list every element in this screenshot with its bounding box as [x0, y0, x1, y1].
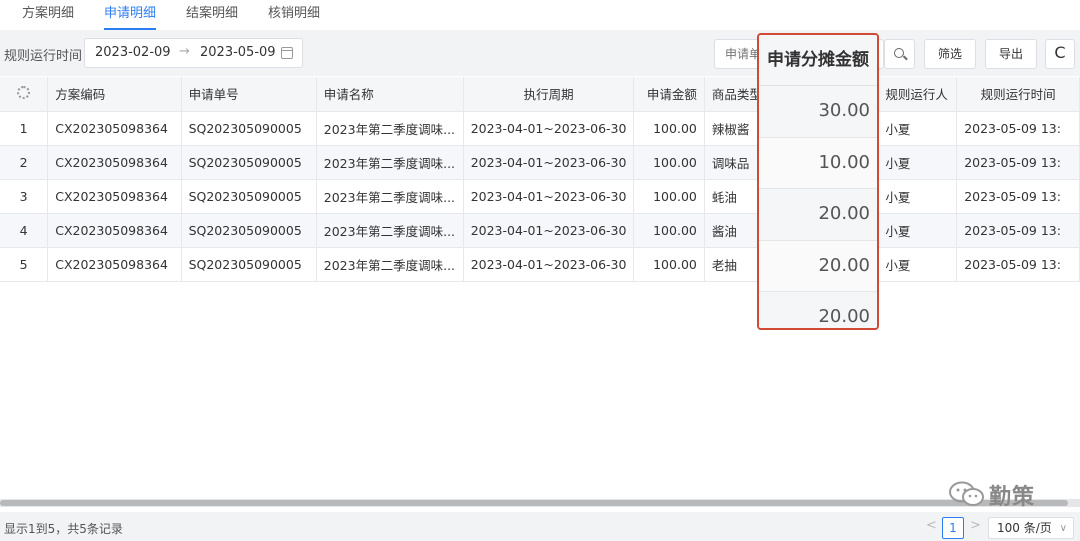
cell-runner: 小夏: [877, 213, 958, 248]
next-page-icon[interactable]: >: [970, 518, 981, 533]
cell-apply-name: 2023年第二季度调味...: [316, 247, 464, 282]
scrollbar-thumb[interactable]: [0, 500, 1068, 506]
table-row[interactable]: 5 CX202305098364 SQ202305090005 2023年第二季…: [0, 247, 1080, 282]
tab-bar: 方案明细 申请明细 结案明细 核销明细: [0, 0, 1080, 30]
gear-icon[interactable]: [17, 85, 31, 99]
allocated-amount-cell: 20.00: [759, 292, 877, 328]
cell-apply-name: 2023年第二季度调味...: [316, 145, 464, 180]
cell-run-time: 2023-05-09 13:: [956, 247, 1080, 282]
cell-apply-no: SQ202305090005: [181, 111, 317, 146]
cell-amount: 100.00: [633, 247, 705, 282]
page-size-select[interactable]: 100 条/页 ∨: [988, 517, 1074, 539]
horizontal-scrollbar[interactable]: [0, 499, 1080, 507]
table-row[interactable]: 3 CX202305098364 SQ202305090005 2023年第二季…: [0, 179, 1080, 214]
cell-apply-name: 2023年第二季度调味...: [316, 179, 464, 214]
header-run-time[interactable]: 规则运行时间: [956, 77, 1080, 112]
date-end[interactable]: 2023-05-09: [200, 45, 276, 60]
cell-amount: 100.00: [633, 213, 705, 248]
table-row[interactable]: 4 CX202305098364 SQ202305090005 2023年第二季…: [0, 213, 1080, 248]
cell-runner: 小夏: [877, 145, 958, 180]
toolbar: 规则运行时间 2023-02-09 → 2023-05-09 筛选 导出 C: [0, 30, 1080, 76]
header-runner[interactable]: 规则运行人: [877, 77, 958, 112]
filter-button[interactable]: 筛选: [924, 39, 976, 69]
date-start[interactable]: 2023-02-09: [95, 45, 171, 60]
current-page-button[interactable]: 1: [942, 517, 964, 539]
search-button[interactable]: [884, 39, 915, 69]
header-apply-no[interactable]: 申请单号: [181, 77, 317, 112]
cell-period: 2023-04-01~2023-06-30: [463, 111, 635, 146]
date-range-label: 规则运行时间: [4, 49, 83, 64]
cell-run-time: 2023-05-09 13:: [956, 111, 1080, 146]
cell-period: 2023-04-01~2023-06-30: [463, 247, 635, 282]
table-row[interactable]: 2 CX202305098364 SQ202305090005 2023年第二季…: [0, 145, 1080, 180]
prev-page-icon[interactable]: <: [926, 518, 937, 533]
record-count-text: 显示1到5，共5条记录: [4, 522, 123, 536]
cell-plan-code: CX202305098364: [47, 247, 182, 282]
cell-runner: 小夏: [877, 179, 958, 214]
header-plan-code[interactable]: 方案编码: [47, 77, 182, 112]
page-size-value: 100 条/页: [997, 521, 1052, 535]
cell-period: 2023-04-01~2023-06-30: [463, 145, 635, 180]
cell-apply-no: SQ202305090005: [181, 179, 317, 214]
cell-runner: 小夏: [877, 111, 958, 146]
cell-period: 2023-04-01~2023-06-30: [463, 213, 635, 248]
tab-close-detail[interactable]: 结案明细: [186, 0, 238, 30]
cell-apply-name: 2023年第二季度调味...: [316, 213, 464, 248]
cell-period: 2023-04-01~2023-06-30: [463, 179, 635, 214]
cell-amount: 100.00: [633, 179, 705, 214]
allocated-amount-header: 申请分摊金额: [759, 35, 877, 86]
cell-runner: 小夏: [877, 247, 958, 282]
chevron-down-icon: ∨: [1059, 523, 1067, 534]
data-table: 方案编码 申请单号 申请名称 执行周期 申请金额 商品类型 规则运行人 规则运行…: [0, 77, 1080, 282]
table-header-row: 方案编码 申请单号 申请名称 执行周期 申请金额 商品类型 规则运行人 规则运行…: [0, 77, 1080, 112]
allocated-amount-cell: 20.00: [759, 189, 877, 241]
row-index: 3: [0, 179, 49, 214]
cell-plan-code: CX202305098364: [47, 213, 182, 248]
table-empty-area: [0, 283, 1080, 498]
cell-run-time: 2023-05-09 13:: [956, 179, 1080, 214]
allocated-amount-callout: 申请分摊金额 30.00 10.00 20.00 20.00 20.00: [757, 33, 879, 330]
tab-plan-detail[interactable]: 方案明细: [22, 0, 74, 30]
wechat-logo-icon: [949, 481, 984, 506]
cell-plan-code: CX202305098364: [47, 111, 182, 146]
cell-run-time: 2023-05-09 13:: [956, 213, 1080, 248]
row-index: 1: [0, 111, 49, 146]
watermark: 勤策: [948, 476, 1048, 512]
cell-apply-name: 2023年第二季度调味...: [316, 111, 464, 146]
cell-amount: 100.00: [633, 111, 705, 146]
cell-plan-code: CX202305098364: [47, 145, 182, 180]
row-index: 5: [0, 247, 49, 282]
cell-amount: 100.00: [633, 145, 705, 180]
header-apply-name[interactable]: 申请名称: [316, 77, 464, 112]
header-period[interactable]: 执行周期: [463, 77, 635, 112]
cell-apply-no: SQ202305090005: [181, 145, 317, 180]
search-icon: [894, 48, 904, 58]
cell-apply-no: SQ202305090005: [181, 213, 317, 248]
row-index: 4: [0, 213, 49, 248]
tab-verify-detail[interactable]: 核销明细: [268, 0, 320, 30]
header-amount[interactable]: 申请金额: [633, 77, 705, 112]
column-settings-cell[interactable]: [0, 77, 49, 112]
allocated-amount-cell: 30.00: [759, 86, 877, 138]
cell-plan-code: CX202305098364: [47, 179, 182, 214]
cell-run-time: 2023-05-09 13:: [956, 145, 1080, 180]
export-button[interactable]: 导出: [985, 39, 1037, 69]
watermark-text: 勤策: [989, 485, 1036, 510]
calendar-icon[interactable]: [281, 47, 293, 59]
app-page: 方案明细 申请明细 结案明细 核销明细 规则运行时间 2023-02-09 → …: [0, 0, 1080, 541]
tab-apply-detail[interactable]: 申请明细: [104, 0, 157, 30]
table-row[interactable]: 1 CX202305098364 SQ202305090005 2023年第二季…: [0, 111, 1080, 146]
cell-apply-no: SQ202305090005: [181, 247, 317, 282]
arrow-right-icon: →: [179, 44, 190, 59]
allocated-amount-cell: 10.00: [759, 137, 877, 189]
allocated-amount-cell: 20.00: [759, 240, 877, 292]
refresh-icon[interactable]: C: [1045, 39, 1075, 69]
date-range-picker[interactable]: 2023-02-09 → 2023-05-09: [84, 38, 303, 68]
row-index: 2: [0, 145, 49, 180]
table-footer: 显示1到5，共5条记录 < 1 > 100 条/页 ∨: [0, 512, 1080, 541]
